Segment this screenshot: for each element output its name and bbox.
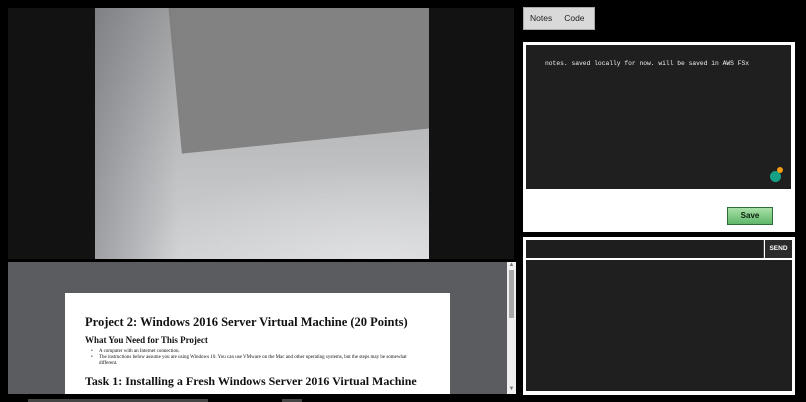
send-button[interactable]: SEND (765, 240, 792, 258)
webcam-video-feed (95, 8, 429, 259)
scroll-down-arrow-icon[interactable]: ▼ (508, 386, 515, 393)
notification-badge-icon (777, 167, 783, 173)
document-subheading: What You Need for This Project (85, 335, 208, 345)
document-bullet-list: A computer with an Internet connection. … (91, 349, 421, 367)
video-panel (8, 8, 514, 259)
scroll-up-arrow-icon[interactable]: ▲ (508, 262, 515, 269)
document-viewer[interactable]: Project 2: Windows 2016 Server Virtual M… (8, 262, 516, 394)
notes-panel: notes. saved locally for now. will be sa… (523, 42, 795, 232)
notes-text: notes. saved locally for now. will be sa… (545, 60, 750, 67)
chat-message-input[interactable] (526, 240, 764, 258)
document-page: Project 2: Windows 2016 Server Virtual M… (65, 293, 450, 394)
tab-code[interactable]: Code (558, 7, 590, 30)
chat-message-log (526, 260, 792, 391)
scrollbar-thumb[interactable] (509, 270, 514, 318)
notes-editor[interactable]: notes. saved locally for now. will be sa… (526, 45, 791, 189)
editor-tab-bar: Notes Code (523, 7, 595, 30)
document-title: Project 2: Windows 2016 Server Virtual M… (85, 315, 408, 329)
save-button[interactable]: Save (727, 207, 773, 225)
document-task-heading: Task 1: Installing a Fresh Windows Serve… (85, 374, 417, 388)
chat-panel: SEND (523, 237, 795, 395)
document-bullet: The instructions below assume you are us… (91, 355, 421, 367)
tab-notes[interactable]: Notes (524, 7, 558, 30)
